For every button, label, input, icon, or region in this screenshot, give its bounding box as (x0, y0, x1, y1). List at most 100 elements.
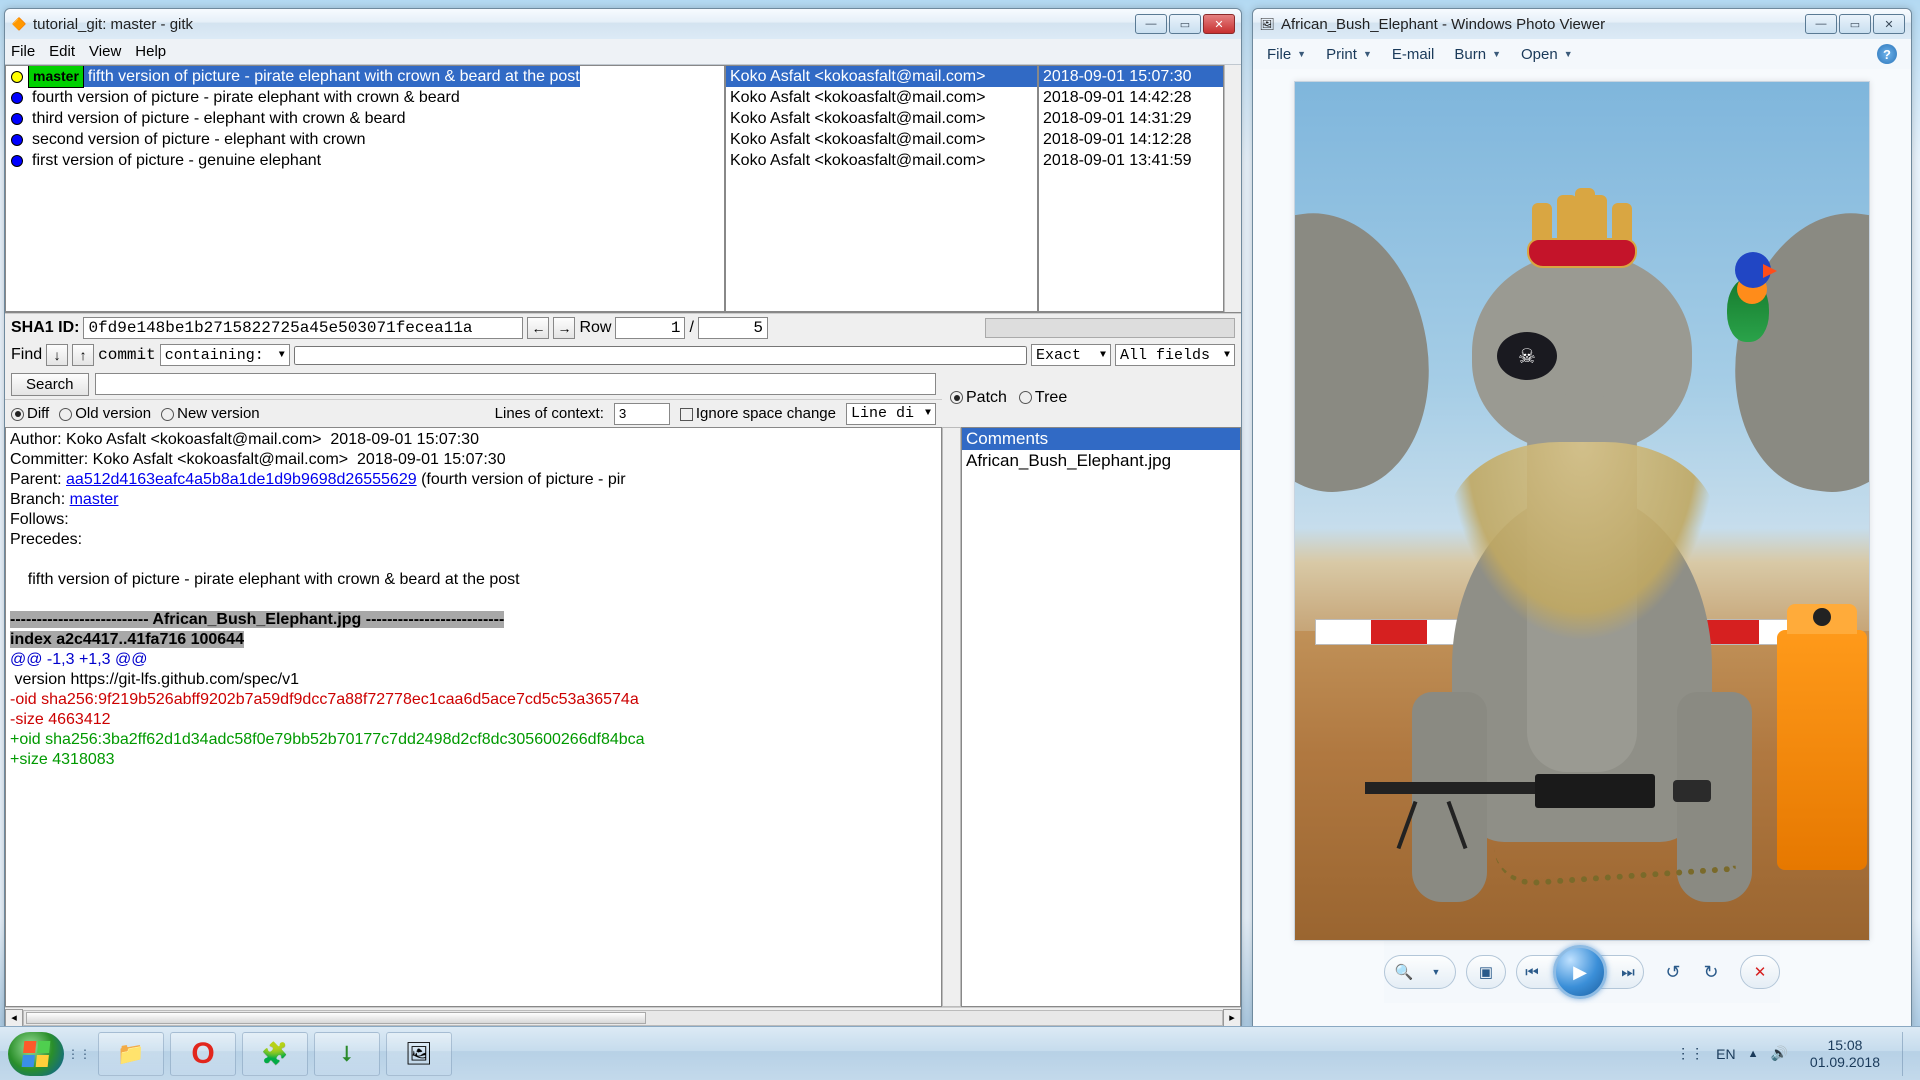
commit-date[interactable]: 2018-09-01 13:41:59 (1039, 150, 1223, 171)
gitk-titlebar[interactable]: 🔶 tutorial_git: master - gitk — ▭ ✕ (5, 9, 1241, 39)
scroll-left-button[interactable]: ◂ (5, 1009, 23, 1027)
pv-menu-print[interactable]: Print▼ (1326, 46, 1372, 63)
menu-view[interactable]: View (89, 43, 121, 60)
linediff-select[interactable]: Line di (846, 403, 936, 425)
fit-button[interactable]: ▣ (1475, 961, 1497, 983)
branch-link[interactable]: master (70, 491, 119, 508)
row-current-input[interactable] (615, 317, 685, 339)
gitk-app-icon: 🔶 (11, 16, 27, 32)
next-button[interactable]: ⏭ (1617, 961, 1639, 983)
find-text-input[interactable] (294, 346, 1027, 365)
commit-message-column[interactable]: master fifth version of picture - pirate… (5, 65, 725, 312)
pv-menu-burn[interactable]: Burn▼ (1454, 46, 1501, 63)
taskbar-git-icon[interactable]: ⭣ (314, 1032, 380, 1076)
taskbar-opera-icon[interactable]: O (170, 1032, 236, 1076)
commit-list-pane: master fifth version of picture - pirate… (5, 65, 1241, 313)
commit-date-column[interactable]: 2018-09-01 15:07:30 2018-09-01 14:42:28 … (1038, 65, 1224, 312)
parrot-icon (1717, 252, 1787, 342)
pv-menu-open[interactable]: Open▼ (1521, 46, 1573, 63)
file-item[interactable]: African_Bush_Elephant.jpg (962, 450, 1240, 472)
delete-button[interactable]: ✕ (1749, 961, 1771, 983)
commit-author[interactable]: Koko Asfalt <kokoasfalt@mail.com> (726, 108, 1037, 129)
commit-date[interactable]: 2018-09-01 14:31:29 (1039, 108, 1223, 129)
commit-date[interactable]: 2018-09-01 14:42:28 (1039, 87, 1223, 108)
maximize-button[interactable]: ▭ (1169, 14, 1201, 34)
maximize-button[interactable]: ▭ (1839, 14, 1871, 34)
tray-up-icon[interactable]: ▲ (1748, 1048, 1759, 1060)
help-icon[interactable]: ? (1877, 44, 1897, 64)
commit-date[interactable]: 2018-09-01 15:07:30 (1039, 66, 1223, 87)
commit-row[interactable]: first version of picture - genuine eleph… (6, 150, 724, 171)
menu-edit[interactable]: Edit (49, 43, 75, 60)
find-exact-select[interactable]: Exact (1031, 344, 1111, 366)
taskbar-photoviewer-icon[interactable]: 🖼 (386, 1032, 452, 1076)
taskbar-app-icon[interactable]: 🧩 (242, 1032, 308, 1076)
nav-next-button[interactable]: → (553, 317, 575, 339)
commit-author-column[interactable]: Koko Asfalt <kokoasfalt@mail.com> Koko A… (725, 65, 1038, 312)
find-down-button[interactable]: ↓ (46, 344, 68, 366)
tray-toggle-icon[interactable]: ⋮⋮ (1676, 1045, 1704, 1062)
find-up-button[interactable]: ↑ (72, 344, 94, 366)
commit-author[interactable]: Koko Asfalt <kokoasfalt@mail.com> (726, 150, 1037, 171)
close-button[interactable]: ✕ (1203, 14, 1235, 34)
pv-menu-file[interactable]: File▼ (1267, 46, 1306, 63)
commit-row[interactable]: fourth version of picture - pirate eleph… (6, 87, 724, 108)
menu-help[interactable]: Help (135, 43, 166, 60)
lines-context-input[interactable] (614, 403, 670, 425)
commit-row[interactable]: third version of picture - elephant with… (6, 108, 724, 129)
commit-author[interactable]: Koko Asfalt <kokoasfalt@mail.com> (726, 66, 1037, 87)
search-button[interactable]: Search (11, 373, 89, 396)
ignore-space-checkbox[interactable] (680, 408, 693, 421)
minimize-button[interactable]: — (1135, 14, 1167, 34)
taskbar-explorer-icon[interactable]: 📁 (98, 1032, 164, 1076)
file-list-pane[interactable]: Comments African_Bush_Elephant.jpg (961, 427, 1241, 1007)
parent-sha-link[interactable]: aa512d4163eafc4a5b8a1de1d9b9698d26555629 (66, 471, 417, 488)
nav-prev-button[interactable]: ← (527, 317, 549, 339)
sha-input[interactable] (83, 317, 523, 339)
volume-icon[interactable]: 🔊 (1770, 1045, 1787, 1062)
patch-radio[interactable] (950, 391, 963, 404)
pirate-eyepatch-icon: ☠ (1497, 332, 1557, 380)
minimize-button[interactable]: — (1805, 14, 1837, 34)
row-total-input[interactable] (698, 317, 768, 339)
commit-author[interactable]: Koko Asfalt <kokoasfalt@mail.com> (726, 129, 1037, 150)
slideshow-button[interactable]: ▶ (1553, 945, 1607, 999)
scroll-right-button[interactable]: ▸ (1223, 1009, 1241, 1027)
diff-radio[interactable] (11, 408, 24, 421)
zoom-dropdown-icon[interactable]: ▼ (1425, 961, 1447, 983)
diff-scrollbar[interactable] (942, 427, 961, 1007)
photo-viewer-window: 🖼 African_Bush_Elephant - Windows Photo … (1252, 8, 1912, 1028)
commit-author[interactable]: Koko Asfalt <kokoasfalt@mail.com> (726, 87, 1037, 108)
commit-scrollbar[interactable] (1224, 65, 1241, 312)
start-button[interactable] (8, 1032, 64, 1076)
diff-toolbar: Diff Old version New version Lines of co… (5, 399, 942, 427)
language-indicator[interactable]: EN (1716, 1046, 1735, 1062)
taskbar-clock[interactable]: 15:08 01.09.2018 (1800, 1037, 1890, 1071)
tree-radio[interactable] (1019, 391, 1032, 404)
find-method-select[interactable]: containing: (160, 344, 290, 366)
diff-hscrollbar[interactable]: ◂ ▸ (5, 1007, 1241, 1027)
commit-dot-head-icon (11, 71, 23, 83)
search-input[interactable] (95, 373, 936, 395)
menu-file[interactable]: File (11, 43, 35, 60)
photo-title: African_Bush_Elephant - Windows Photo Vi… (1281, 16, 1799, 33)
prev-button[interactable]: ⏮ (1521, 961, 1543, 983)
rotate-cw-button[interactable]: ↻ (1700, 961, 1722, 983)
diff-viewer[interactable]: Author: Koko Asfalt <kokoasfalt@mail.com… (5, 427, 942, 1007)
commit-row[interactable]: master fifth version of picture - pirate… (6, 66, 724, 87)
close-button[interactable]: ✕ (1873, 14, 1905, 34)
rotate-ccw-button[interactable]: ↺ (1662, 961, 1684, 983)
show-desktop-button[interactable] (1902, 1032, 1912, 1076)
quicklaunch-toggle-icon[interactable]: ⋮⋮ (66, 1032, 92, 1076)
photo-titlebar[interactable]: 🖼 African_Bush_Elephant - Windows Photo … (1253, 9, 1911, 39)
commit-row[interactable]: second version of picture - elephant wit… (6, 129, 724, 150)
branch-label[interactable]: master (28, 65, 84, 88)
zoom-button[interactable]: 🔍 (1393, 961, 1415, 983)
find-fields-select[interactable]: All fields (1115, 344, 1235, 366)
commit-date[interactable]: 2018-09-01 14:12:28 (1039, 129, 1223, 150)
pv-menu-email[interactable]: E-mail (1392, 46, 1435, 63)
old-version-radio[interactable] (59, 408, 72, 421)
file-comments[interactable]: Comments (962, 428, 1240, 450)
find-row: Find ↓ ↑ commit containing: Exact All fi… (5, 341, 1241, 369)
new-version-radio[interactable] (161, 408, 174, 421)
